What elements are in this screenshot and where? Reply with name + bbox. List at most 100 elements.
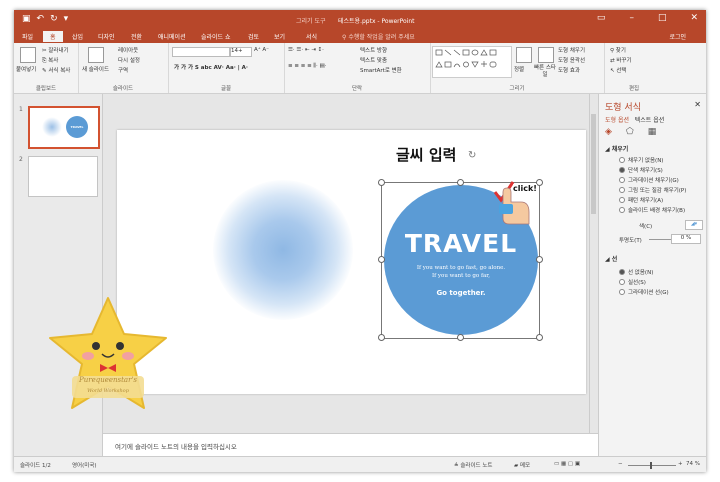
slide-thumbnail-2[interactable] xyxy=(28,156,98,197)
zoom-slider-thumb[interactable] xyxy=(650,462,652,469)
font-name-box[interactable] xyxy=(172,47,230,57)
tab-animations[interactable]: 애니메이션 xyxy=(158,32,186,41)
tab-view[interactable]: 보기 xyxy=(274,32,285,41)
line-option-solid[interactable]: 실선(S) xyxy=(619,278,646,286)
resize-handle-bc[interactable] xyxy=(457,334,464,341)
cut-button[interactable]: ✂ 잘라내기 xyxy=(42,46,69,54)
line-section-header[interactable]: ◢ 선 xyxy=(605,254,617,263)
tab-shape-options[interactable]: 도형 옵션 xyxy=(605,117,629,124)
line-option-gradient[interactable]: 그라데이션 선(G) xyxy=(619,288,669,296)
title-bar: ▣ ↶ ↻ ▾ 그리기 도구 테스트용.pptx - PowerPoint ▭ … xyxy=(14,10,706,30)
fill-option-pattern[interactable]: 패턴 채우기(A) xyxy=(619,196,663,204)
undo-icon[interactable]: ↶ xyxy=(37,14,45,24)
resize-handle-ml[interactable] xyxy=(378,256,385,263)
format-painter-button[interactable]: ✎ 서식 복사 xyxy=(42,66,70,74)
quick-styles-icon[interactable] xyxy=(538,47,554,63)
line-section-label: 선 xyxy=(611,256,618,263)
effects-icon[interactable]: ⬠ xyxy=(626,127,634,137)
resize-handle-mr[interactable] xyxy=(536,256,543,263)
fill-option-gradient[interactable]: 그라데이션 채우기(G) xyxy=(619,176,679,184)
layout-button[interactable]: 레이아웃 xyxy=(118,46,138,54)
select-button[interactable]: ↖ 선택 xyxy=(610,66,626,74)
section-button[interactable]: 구역 xyxy=(118,66,128,74)
slide[interactable]: 글씨 입력 ↻ TRAVEL If you want to go fast, g… xyxy=(117,130,586,394)
tell-me-search[interactable]: ⚲ 수행할 작업을 알려 주세요 xyxy=(342,32,415,41)
zoom-out-icon[interactable]: − xyxy=(618,461,623,467)
shapes-gallery[interactable] xyxy=(432,46,512,78)
smartart-button[interactable]: SmartArt로 변환 xyxy=(360,66,402,74)
minimize-icon[interactable]: – xyxy=(629,13,634,23)
text-direction-button[interactable]: 텍스트 방향 xyxy=(360,46,387,54)
close-icon[interactable]: ✕ xyxy=(690,13,698,23)
customize-icon[interactable]: ▾ xyxy=(64,14,69,24)
list-buttons[interactable]: ☰· ☰· ⇤ ⇥ ↕· xyxy=(288,47,324,53)
quick-styles-button[interactable]: 빠른 스타일 xyxy=(534,65,556,79)
blurred-circle-shape[interactable] xyxy=(213,180,353,320)
tab-slideshow[interactable]: 슬라이드 쇼 xyxy=(201,32,231,41)
paste-button[interactable]: 붙여넣기 xyxy=(16,65,36,73)
tab-text-options[interactable]: 텍스트 옵션 xyxy=(635,117,665,124)
vertical-scrollbar[interactable] xyxy=(589,94,598,433)
reset-button[interactable]: 다시 설정 xyxy=(118,56,140,64)
ribbon-display-icon[interactable]: ▭ xyxy=(597,13,606,23)
thumb-circle: TRAVEL xyxy=(66,116,88,138)
slide-thumbnail-1[interactable]: TRAVEL xyxy=(28,106,100,149)
scrollbar-thumb[interactable] xyxy=(591,114,596,214)
slide-text-box[interactable]: 글씨 입력 xyxy=(396,144,456,165)
font-grow-icon[interactable]: A⁺ A⁻ xyxy=(254,47,269,53)
transparency-slider[interactable] xyxy=(649,239,671,240)
fill-section-header[interactable]: ◢ 채우기 xyxy=(605,144,628,153)
rotate-handle-icon[interactable]: ↻ xyxy=(468,150,476,161)
tab-transitions[interactable]: 전환 xyxy=(131,32,142,41)
comments-toggle[interactable]: ▰ 메모 xyxy=(514,461,530,469)
fill-option-background[interactable]: 슬라이드 배경 채우기(B) xyxy=(619,206,685,214)
fill-color-picker[interactable]: ◢▾ xyxy=(685,220,703,230)
line-option-none[interactable]: 선 없음(N) xyxy=(619,268,653,276)
shape-fill-button[interactable]: 도형 채우기 xyxy=(558,46,585,54)
zoom-level[interactable]: 74 % xyxy=(686,461,700,467)
fill-option-solid[interactable]: 단색 채우기(S) xyxy=(619,166,663,174)
zoom-slider[interactable] xyxy=(628,465,676,466)
arrange-button[interactable]: 정렬 xyxy=(514,65,524,73)
tab-review[interactable]: 검토 xyxy=(248,32,259,41)
tab-design[interactable]: 디자인 xyxy=(98,32,115,41)
view-buttons[interactable]: ▭ ▦ ▢ ▣ xyxy=(554,461,580,467)
paste-icon[interactable] xyxy=(20,47,36,63)
fill-option-none[interactable]: 채우기 없음(N) xyxy=(619,156,663,164)
shape-outline-button[interactable]: 도형 윤곽선 xyxy=(558,56,585,64)
save-icon[interactable]: ▣ xyxy=(22,14,31,24)
new-slide-icon[interactable] xyxy=(88,47,104,63)
tab-insert[interactable]: 삽입 xyxy=(72,32,83,41)
resize-handle-tc[interactable] xyxy=(457,179,464,186)
zoom-in-icon[interactable]: + xyxy=(678,461,683,467)
line-option-label: 그라데이션 선(G) xyxy=(628,290,669,296)
tab-file[interactable]: 파일 xyxy=(22,32,33,41)
new-slide-button[interactable]: 새 슬라이드 xyxy=(82,65,109,73)
notes-pane[interactable]: 여기에 슬라이드 노트의 내용을 입력하십시오 xyxy=(103,433,598,457)
login-button[interactable]: 로그인 xyxy=(669,32,686,41)
arrange-icon[interactable] xyxy=(516,47,532,63)
fill-option-picture[interactable]: 그림 또는 질감 채우기(P) xyxy=(619,186,686,194)
size-properties-icon[interactable]: ▦ xyxy=(648,127,657,137)
fill-line-icon[interactable]: ◈ xyxy=(605,127,612,137)
maximize-icon[interactable]: □ xyxy=(658,13,667,23)
shape-effects-button[interactable]: 도형 효과 xyxy=(558,66,580,74)
font-size-box[interactable]: 14+ xyxy=(230,47,252,57)
resize-handle-tl[interactable] xyxy=(378,179,385,186)
resize-handle-br[interactable] xyxy=(536,334,543,341)
tab-format[interactable]: 서식 xyxy=(306,32,317,41)
notes-toggle[interactable]: ≜ 슬라이드 노트 xyxy=(454,461,492,469)
replace-button[interactable]: ⇄ 바꾸기 xyxy=(610,56,632,64)
resize-handle-bl[interactable] xyxy=(378,334,385,341)
find-button[interactable]: ⚲ 찾기 xyxy=(610,46,626,54)
transparency-input[interactable]: 0 % xyxy=(671,234,701,244)
copy-button[interactable]: ⎘ 복사 xyxy=(42,56,58,65)
align-text-button[interactable]: 텍스트 맞춤 xyxy=(360,56,387,64)
slide-counter[interactable]: 슬라이드 1/2 xyxy=(20,461,51,469)
tab-home[interactable]: 홈 xyxy=(43,31,63,42)
pane-close-icon[interactable]: ✕ xyxy=(694,100,701,109)
language-indicator[interactable]: 영어(미국) xyxy=(72,461,97,469)
font-style-buttons[interactable]: 가 가 가 S abc AV· Aa· | A· xyxy=(174,63,248,71)
redo-icon[interactable]: ↻ xyxy=(50,14,58,24)
align-buttons[interactable]: ≡ ≡ ≡ ≡ ⫼· ▤· xyxy=(288,63,326,70)
